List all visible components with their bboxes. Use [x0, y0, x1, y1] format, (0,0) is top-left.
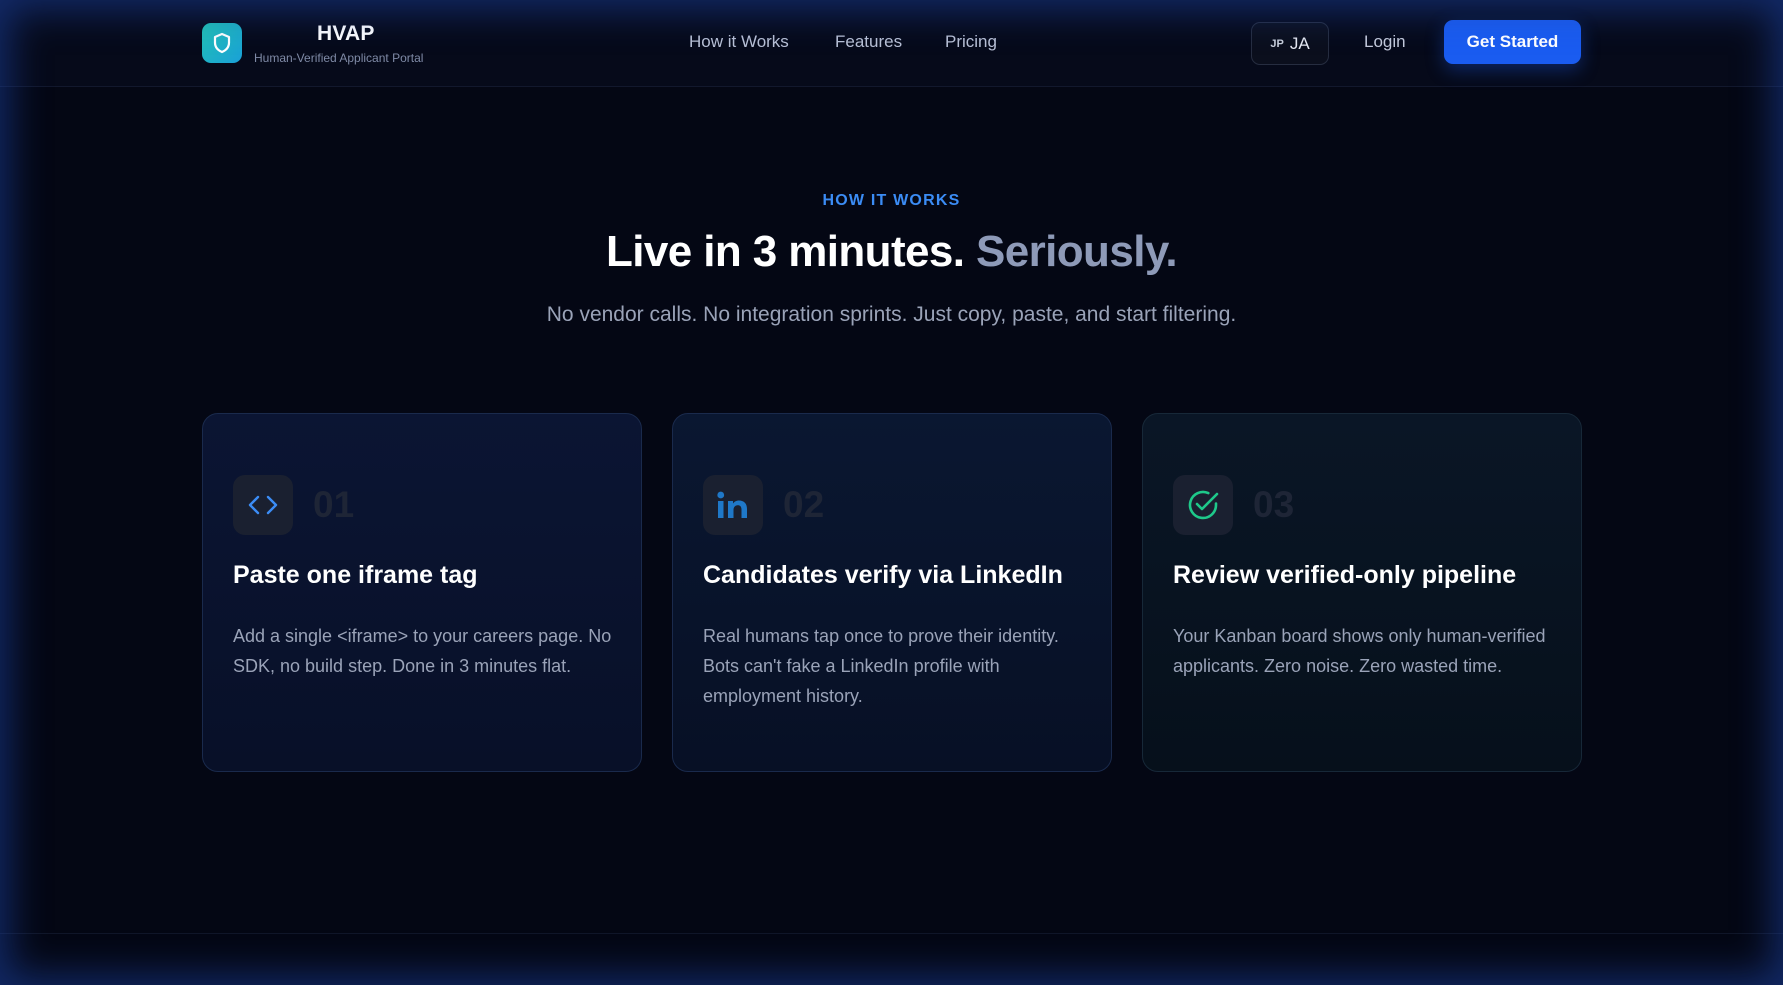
- language-code: JA: [1289, 33, 1310, 53]
- nav-pricing[interactable]: Pricing: [945, 32, 997, 52]
- get-started-button[interactable]: Get Started: [1444, 20, 1581, 64]
- step-number: 01: [313, 484, 355, 525]
- language-selector[interactable]: JP JA: [1251, 22, 1329, 65]
- step-description: Real humans tap once to prove their iden…: [703, 626, 1059, 706]
- step-number: 02: [783, 484, 825, 525]
- brand-tagline: Human-Verified Applicant Portal: [254, 51, 424, 65]
- check-circle-icon: [1188, 490, 1219, 520]
- step-card-1: 01 Paste one iframe tag Add a single <if…: [202, 413, 642, 772]
- step-description: Add a single <iframe> to your careers pa…: [233, 626, 612, 676]
- step-card-2: 02 Candidates verify via LinkedIn Real h…: [672, 413, 1112, 772]
- section-headline: Live in 3 minutes. Seriously.: [0, 227, 1783, 277]
- step-title: Paste one iframe tag: [233, 561, 478, 589]
- shield-icon: [213, 32, 231, 54]
- headline-main: Live in 3 minutes.: [605, 227, 965, 276]
- step-description: Your Kanban board shows only human-verif…: [1173, 626, 1546, 676]
- step-title: Review verified-only pipeline: [1173, 561, 1517, 589]
- step-number: 03: [1253, 484, 1295, 525]
- top-nav: HVAP Human-Verified Applicant Portal How…: [0, 0, 1783, 87]
- code-icon: [248, 495, 278, 515]
- section-divider: [0, 933, 1783, 934]
- jp-flag-icon: JP: [1270, 37, 1284, 50]
- step-icon-box: [703, 475, 763, 535]
- step-card-3: 03 Review verified-only pipeline Your Ka…: [1142, 413, 1582, 772]
- section-eyebrow: HOW IT WORKS: [822, 192, 961, 209]
- section-subline: No vendor calls. No integration sprints.…: [546, 303, 1237, 326]
- page: HVAP Human-Verified Applicant Portal How…: [0, 0, 1783, 985]
- nav-how-it-works[interactable]: How it Works: [689, 32, 789, 52]
- logo[interactable]: [202, 23, 242, 63]
- step-title: Candidates verify via LinkedIn: [703, 561, 1063, 589]
- login-link[interactable]: Login: [1364, 32, 1406, 52]
- step-icon-box: [233, 475, 293, 535]
- linkedin-icon: [717, 491, 747, 518]
- step-icon-box: [1173, 475, 1233, 535]
- headline-accent: Seriously.: [976, 227, 1178, 276]
- brand-name[interactable]: HVAP: [317, 22, 375, 46]
- nav-features[interactable]: Features: [835, 32, 902, 52]
